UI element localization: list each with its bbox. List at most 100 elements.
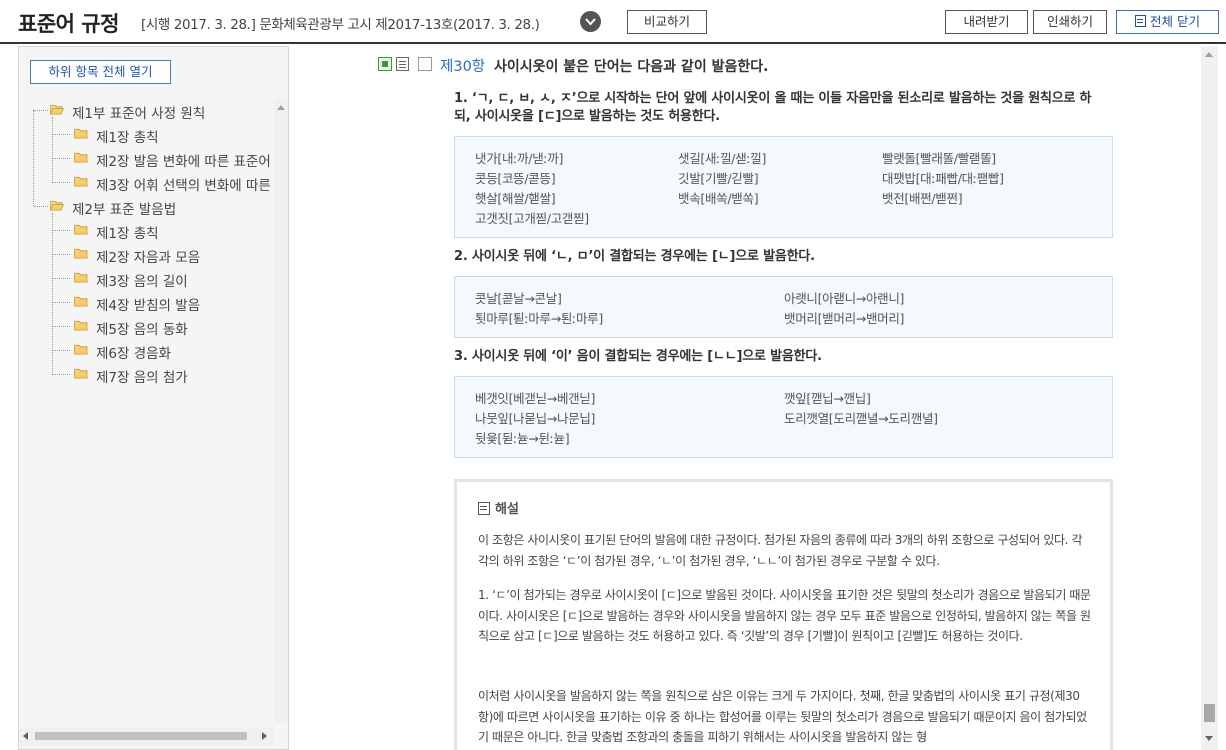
folder-icon [74, 272, 88, 283]
example-box-2: 콧날[콛날→콘날] 아랫니[아랟니→아랜니] 툇마루[퇻ː마루→퇸ː마루] 뱃머… [454, 276, 1113, 338]
tree-item-label: 제2부 표준 발음법 [72, 202, 177, 218]
tree-item-label: 제1장 총칙 [96, 130, 159, 146]
example: 햇살[해쌀/핻쌀] [475, 191, 556, 206]
commentary-paragraph: 이처럼 사이시옷을 발음하지 않는 쪽을 원칙으로 삼은 이유는 크게 두 가지… [478, 689, 1087, 744]
tree-item-label: 제3장 어휘 선택의 변화에 따른 표준어 규정 [96, 178, 274, 194]
folder-icon [74, 368, 88, 379]
tree-connector [34, 110, 48, 111]
example: 도리깻열[도리깯녈→도리깬녈] [784, 411, 938, 426]
folder-icon [74, 344, 88, 355]
tree-item-label: 제1부 표준어 사정 원칙 [72, 106, 206, 122]
article-item-3: 3. 사이시옷 뒤에 ‘이’ 음이 결합되는 경우에는 [ㄴㄴ]으로 발음한다. [454, 349, 822, 364]
folder-open-icon [50, 104, 64, 115]
example: 툇마루[퇻ː마루→퇸ː마루] [475, 311, 603, 326]
tree-connector [52, 278, 70, 279]
scrollbar-thumb[interactable] [35, 732, 247, 740]
toc-tree: 제1부 표준어 사정 원칙제1장 총칙제2장 발음 변화에 따른 표준어 규정제… [19, 99, 274, 723]
toc-sidebar: 하위 항목 전체 열기 제1부 표준어 사정 원칙 제1장 총칙 제2장 발음 변화… [18, 46, 289, 750]
tree-connector [52, 182, 70, 183]
tree-connector [33, 110, 34, 206]
document-icon [1135, 15, 1146, 27]
example-box-1: 냇가[내ː까/낻ː까] 샛길[새ː낄/샏ː낄] 빨랫돌[빨래똘/빨랟똘] 콧등[… [454, 136, 1113, 238]
commentary-heading: 해설 [478, 498, 519, 517]
tree-connector [52, 158, 70, 159]
example: 베갯잇[베갣닏→베갠닏] [475, 391, 596, 406]
tree-item-label: 제7장 음의 첨가 [96, 370, 188, 386]
article-title: 사이시옷이 붙은 단어는 다음과 같이 발음한다. [494, 59, 769, 75]
tree-item-label: 제4장 받침의 발음 [96, 298, 201, 314]
tree-item-label: 제6장 경음화 [96, 346, 171, 362]
document-icon[interactable] [396, 57, 409, 71]
tree-item-label: 제2장 발음 변화에 따른 표준어 규정 [96, 154, 274, 170]
tree-item-label: 제2장 자음과 모음 [96, 250, 201, 266]
compare-button[interactable]: 비교하기 [627, 10, 707, 34]
example: 콧등[코뜽/콛뜽] [475, 171, 556, 186]
example: 냇가[내ː까/낻ː까] [475, 151, 564, 166]
example: 뱃머리[밷머리→밴머리] [784, 311, 905, 326]
example: 대팻밥[대ː패빱/대ː팯빱] [882, 171, 1004, 186]
page-title: 표준어 규정 [18, 12, 119, 36]
scroll-up-arrow-icon[interactable] [277, 105, 285, 110]
tree-item-label: 제5장 음의 동화 [96, 322, 188, 338]
example: 뒷윷[뒫ː뉻→뒨ː뉻] [475, 431, 570, 446]
folder-icon [74, 176, 88, 187]
article-item-1: 1. ‘ㄱ, ㄷ, ㅂ, ㅅ, ㅈ’으로 시작하는 단어 앞에 사이시옷이 올 … [454, 91, 1092, 124]
article-item-2: 2. 사이시옷 뒤에 ‘ㄴ, ㅁ’이 결합되는 경우에는 [ㄴ]으로 발음한다. [454, 249, 815, 264]
document-icon [478, 502, 490, 515]
tree-connector [52, 302, 70, 303]
example: 고갯짓[고개찓/고갣찓] [475, 211, 589, 226]
example-box-3: 베갯잇[베갣닏→베갠닏] 깻잎[깯닙→깬닙] 나뭇잎[나묻닙→나문닙] 도리깻열… [454, 376, 1113, 458]
open-all-button[interactable]: 하위 항목 전체 열기 [30, 60, 171, 84]
close-all-button[interactable]: 전체 닫기 [1116, 10, 1219, 34]
tree-connector [52, 230, 70, 231]
sidebar-horizontal-scrollbar[interactable] [19, 727, 274, 745]
tree-item-label: 제1장 총칙 [96, 226, 159, 242]
folder-icon [74, 152, 88, 163]
history-icon[interactable] [378, 57, 392, 71]
tree-connector [52, 117, 53, 183]
example: 뱃전[배쩐/밷쩐] [882, 191, 963, 206]
commentary-box: 해설 이 조항은 사이시옷이 표기된 단어의 발음에 대한 규정이다. 첨가된 … [454, 479, 1113, 750]
scroll-down-arrow-icon[interactable] [1205, 736, 1213, 741]
tree-item-label: 제3장 음의 길이 [96, 274, 188, 290]
commentary-paragraph: 이 조항은 사이시옷이 표기된 단어의 발음에 대한 규정이다. 첨가된 자음의… [478, 533, 1083, 568]
article-checkbox[interactable] [418, 57, 432, 71]
tree-connector [52, 134, 70, 135]
example: 깻잎[깯닙→깬닙] [784, 391, 871, 406]
example: 나뭇잎[나묻닙→나문닙] [475, 411, 596, 426]
scroll-up-arrow-icon[interactable] [1205, 52, 1213, 57]
tree-connector [52, 254, 70, 255]
download-button[interactable]: 내려받기 [945, 10, 1028, 34]
page-subtitle: [시행 2017. 3. 28.] 문화체육관광부 고시 제2017-13호(2… [141, 17, 540, 33]
folder-icon [74, 248, 88, 259]
folder-icon [74, 128, 88, 139]
tree-connector [52, 326, 70, 327]
tree-connector [34, 206, 48, 207]
commentary-heading-label: 해설 [495, 502, 519, 517]
tree-connector [52, 213, 53, 375]
sidebar-vertical-scrollbar[interactable] [274, 99, 288, 723]
content-vertical-scrollbar[interactable] [1201, 46, 1218, 750]
tree-connector [52, 350, 70, 351]
close-all-label: 전체 닫기 [1150, 14, 1200, 29]
commentary-paragraph: 1. ‘ㄷ’이 첨가되는 경우로 사이시옷이 [ㄷ]으로 발음된 것이다. 사이… [478, 588, 1091, 643]
header-bar: 표준어 규정 [시행 2017. 3. 28.] 문화체육관광부 고시 제201… [0, 0, 1226, 44]
folder-icon [74, 224, 88, 235]
chevron-down-icon[interactable] [580, 11, 601, 32]
example: 깃발[기빨/긷빨] [678, 171, 759, 186]
example: 뱃속[배쏙/밷쏙] [678, 191, 759, 206]
scroll-left-arrow-icon[interactable] [23, 732, 28, 740]
scrollbar-thumb[interactable] [1204, 704, 1215, 722]
article-number[interactable]: 제30항 [440, 55, 485, 76]
folder-icon [74, 296, 88, 307]
example: 콧날[콛날→콘날] [475, 291, 562, 306]
tree-connector [52, 374, 70, 375]
example: 빨랫돌[빨래똘/빨랟똘] [882, 151, 996, 166]
scroll-right-arrow-icon[interactable] [262, 732, 267, 740]
print-button[interactable]: 인쇄하기 [1033, 10, 1107, 34]
folder-icon [74, 320, 88, 331]
example: 샛길[새ː낄/샏ː낄] [678, 151, 767, 166]
example: 아랫니[아랟니→아랜니] [784, 291, 905, 306]
folder-open-icon [50, 200, 64, 211]
article-content: 제30항 사이시옷이 붙은 단어는 다음과 같이 발음한다. 1. ‘ㄱ, ㄷ,… [289, 46, 1201, 750]
